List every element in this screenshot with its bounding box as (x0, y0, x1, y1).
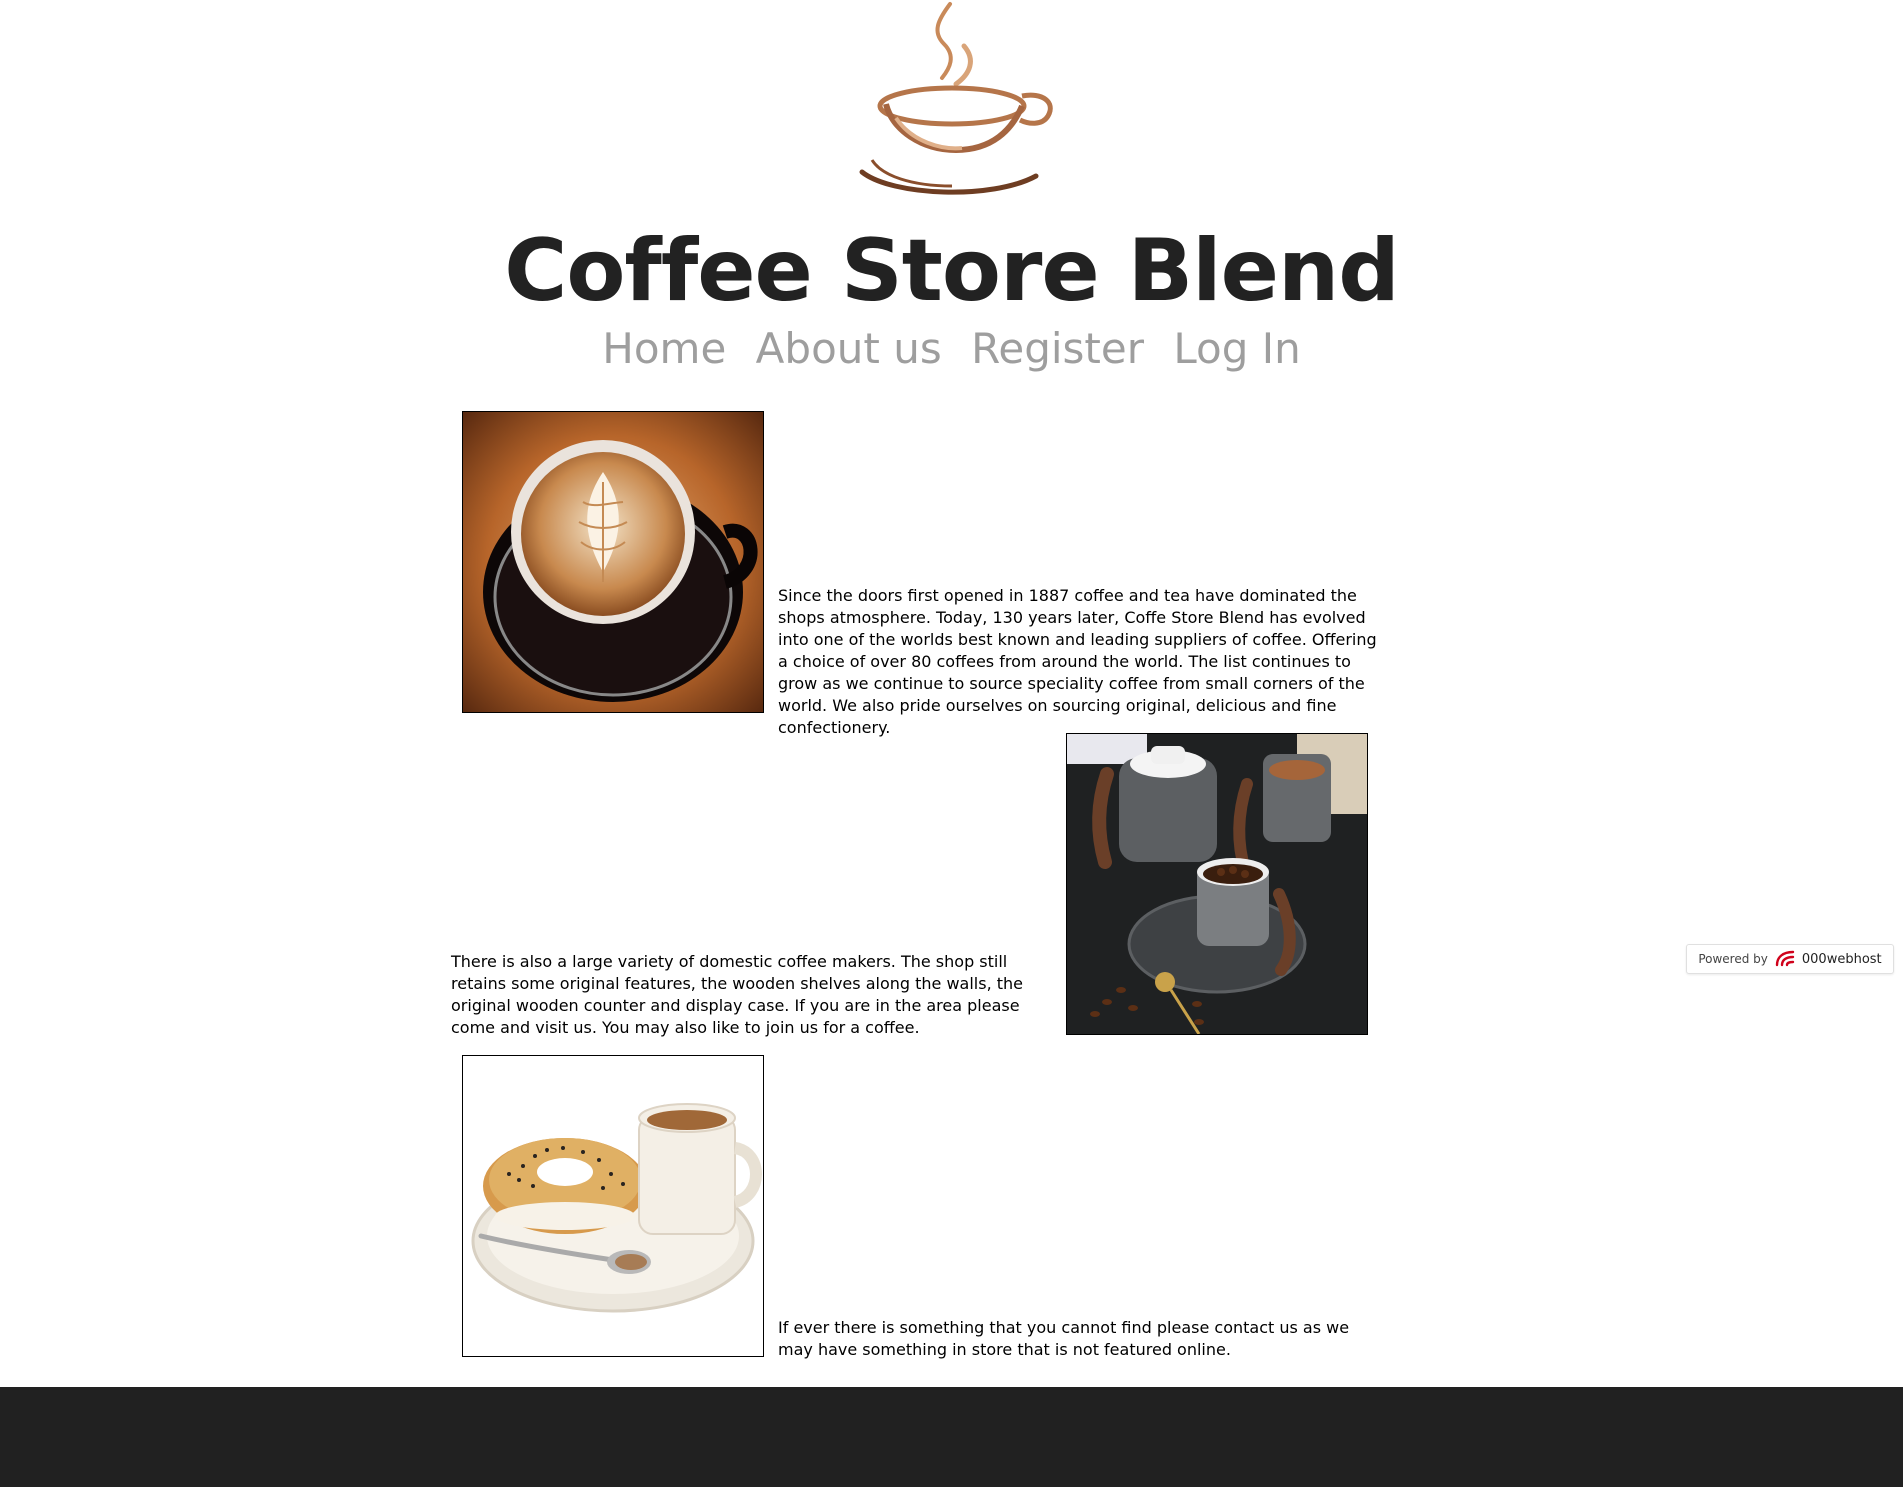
webhost-brand-label: 000webhost (1801, 951, 1882, 967)
bagel-coffee-photo (462, 1055, 764, 1357)
powered-by-badge[interactable]: Powered by 000webhost (1686, 944, 1894, 974)
nav-link-home[interactable]: Home (602, 324, 726, 373)
contact-paragraph: If ever there is something that you cann… (778, 1318, 1350, 1359)
latte-art-photo (462, 411, 764, 713)
intro-paragraph: Since the doors first opened in 1887 cof… (778, 586, 1377, 737)
site-title: Coffee Store Blend (504, 221, 1400, 321)
main-nav: Home About us Register Log In (0, 318, 1903, 380)
page: Coffee Store Blend Home About us Registe… (0, 0, 1903, 1487)
coffee-set-photo (1066, 733, 1368, 1035)
shop-paragraph: There is also a large variety of domesti… (451, 952, 1024, 1037)
page-footer (0, 1387, 1903, 1487)
nav-link-register[interactable]: Register (971, 324, 1144, 373)
coffee-cup-logo (852, 0, 1062, 200)
nav-link-log-in[interactable]: Log In (1173, 324, 1300, 373)
powered-by-label: Powered by (1698, 952, 1768, 966)
nav-link-about-us[interactable]: About us (756, 324, 942, 373)
webhost-logo-icon (1774, 949, 1796, 970)
